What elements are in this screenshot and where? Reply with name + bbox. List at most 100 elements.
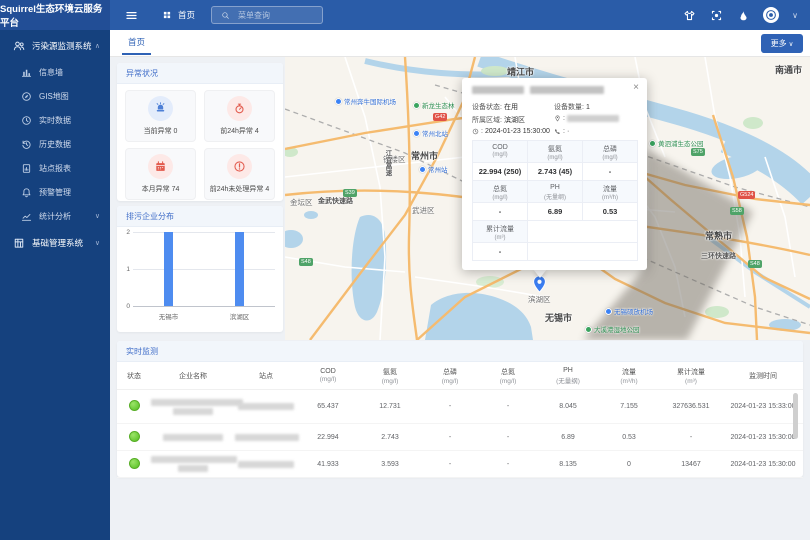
column-header-累计流量: 累计流量(m³) bbox=[659, 367, 723, 385]
sidebar-item-label: 历史数据 bbox=[39, 139, 71, 150]
cell-value: 3.593 bbox=[359, 461, 421, 468]
chevron-down-icon: ∨ bbox=[789, 40, 794, 48]
table-header-row: 状态企业名称站点COD(mg/l)氨氮(mg/l)总磷(mg/l)总氮(mg/l… bbox=[117, 362, 803, 390]
datetime-field: : 2024-01-23 15:30:00 bbox=[472, 128, 550, 135]
phone-field: : · bbox=[554, 128, 569, 135]
chevron-down-icon: ∨ bbox=[95, 239, 100, 247]
sidebar-item-预警管理[interactable]: 预警管理 bbox=[0, 180, 110, 204]
menu-search[interactable] bbox=[211, 6, 323, 24]
compass-icon bbox=[21, 91, 32, 102]
bell-icon bbox=[21, 187, 32, 198]
sidebar-item-统计分析[interactable]: 统计分析∨ bbox=[0, 204, 110, 228]
table-row[interactable]: 41.9333.593--8.1350134672024-01-23 15:30… bbox=[117, 451, 803, 478]
cell-value: 2.743 bbox=[359, 434, 421, 441]
screenshot-icon[interactable] bbox=[709, 8, 723, 22]
tab-home[interactable]: 首页 bbox=[122, 30, 151, 55]
cell-value: - bbox=[421, 403, 479, 410]
app: Squirrel生态环境云服务平台 首页 ∨ 污染源监测系统∧信息墙GIS地图实… bbox=[0, 0, 810, 540]
device-count-field: 设备数量:1 bbox=[554, 102, 590, 112]
distribution-panel-title: 排污企业分布 bbox=[117, 206, 283, 227]
building-icon bbox=[13, 237, 25, 249]
cell-value: 13467 bbox=[659, 461, 723, 468]
chevron-down-icon[interactable]: ∨ bbox=[792, 11, 798, 20]
search-input[interactable] bbox=[236, 10, 316, 21]
sidebar-item-label: 预警管理 bbox=[39, 187, 71, 198]
cell-status bbox=[117, 400, 151, 413]
map[interactable]: 靖江市南通市常州市无锡市常熟市钟楼区金坛区武进区滨湖区金武快速路三环快速路江宜高… bbox=[285, 57, 810, 340]
abnormal-card[interactable]: 前24h未处理异常 4 bbox=[204, 148, 275, 200]
abnormal-card[interactable]: 当前异常 0 bbox=[125, 90, 196, 142]
metric-value: - bbox=[583, 163, 638, 181]
cell-value: 2024-01-23 15:33:00 bbox=[723, 403, 803, 410]
gridline bbox=[133, 269, 275, 270]
sidebar-item-实时数据[interactable]: 实时数据 bbox=[0, 108, 110, 132]
sidebar-item-历史数据[interactable]: 历史数据 bbox=[0, 132, 110, 156]
sidebar-section[interactable]: 污染源监测系统∧ bbox=[0, 31, 110, 60]
cell-site-redacted bbox=[235, 432, 297, 443]
station-popup: × 设备状态:在用 设备数量:1 所属区域:滨湖区 : : 2024-01-23… bbox=[462, 78, 647, 270]
redacted-text bbox=[151, 456, 237, 463]
metric-empty bbox=[528, 221, 638, 243]
region-field: 所属区域:滨湖区 bbox=[472, 115, 525, 125]
phone-icon bbox=[554, 128, 561, 135]
cell-company-redacted bbox=[151, 397, 235, 417]
bar-无锡市[interactable] bbox=[164, 232, 173, 306]
target-icon bbox=[227, 96, 252, 121]
abnormal-card-label: 前24h异常 4 bbox=[220, 126, 259, 136]
cell-value: 2024-01-23 15:30:00 bbox=[723, 461, 803, 468]
cell-site-redacted bbox=[235, 459, 297, 470]
sidebar-item-label: GIS地图 bbox=[39, 91, 69, 102]
x-category-label: 无锡市 bbox=[159, 311, 179, 321]
bar-滨湖区[interactable] bbox=[235, 232, 244, 306]
table-row[interactable]: 65.43712.731--8.0457.155327636.5312024-0… bbox=[117, 390, 803, 424]
sidebar-section-label: 基础管理系统 bbox=[32, 237, 83, 249]
table-row[interactable]: 22.9942.743--6.890.53-2024-01-23 15:30:0… bbox=[117, 424, 803, 451]
sidebar-item-label: 站点报表 bbox=[39, 163, 71, 174]
column-header-状态: 状态 bbox=[117, 371, 151, 381]
redacted-text bbox=[238, 461, 294, 468]
sidebar-item-label: 实时数据 bbox=[39, 115, 71, 126]
device-status-field: 设备状态:在用 bbox=[472, 102, 518, 112]
history-icon bbox=[21, 139, 32, 150]
sidebar-item-信息墙[interactable]: 信息墙 bbox=[0, 60, 110, 84]
redacted-text bbox=[163, 434, 223, 441]
hamburger-icon[interactable] bbox=[124, 8, 138, 22]
station-marker[interactable] bbox=[532, 275, 547, 298]
redacted-text bbox=[238, 403, 294, 410]
metric-value: - bbox=[473, 243, 528, 261]
metric-header: 总磷(mg/l) bbox=[583, 141, 638, 163]
gridline bbox=[133, 232, 275, 233]
more-button[interactable]: 更多 ∨ bbox=[761, 34, 803, 53]
popup-title-redacted bbox=[530, 86, 604, 94]
cell-value: 327636.531 bbox=[659, 403, 723, 410]
calendar-icon bbox=[148, 154, 173, 179]
topbar-home[interactable]: 首页 bbox=[160, 8, 195, 22]
abnormal-card-label: 前24h未处理异常 4 bbox=[210, 184, 270, 194]
sidebar-item-GIS地图[interactable]: GIS地图 bbox=[0, 84, 110, 108]
chevron-up-icon: ∧ bbox=[95, 42, 100, 50]
abnormal-panel: 异常状况 当前异常 0前24h异常 4本月异常 74前24h未处理异常 4 bbox=[117, 63, 283, 201]
status-dot-online bbox=[129, 400, 140, 411]
abnormal-card[interactable]: 本月异常 74 bbox=[125, 148, 196, 200]
theme-icon[interactable] bbox=[682, 8, 696, 22]
gridline bbox=[133, 306, 275, 307]
avatar[interactable] bbox=[763, 7, 779, 23]
tabstrip: 首页 bbox=[110, 30, 810, 57]
cell-value: - bbox=[479, 461, 537, 468]
close-icon[interactable]: × bbox=[633, 83, 639, 93]
redacted-text bbox=[235, 434, 299, 441]
cell-value: - bbox=[659, 434, 723, 441]
table-scrollbar[interactable] bbox=[793, 393, 798, 439]
sidebar-section[interactable]: 基础管理系统 ∨ bbox=[0, 228, 110, 257]
metric-value: 6.89 bbox=[528, 203, 583, 221]
column-header-总氮: 总氮(mg/l) bbox=[479, 367, 537, 385]
address-field: : bbox=[554, 115, 619, 122]
abnormal-card[interactable]: 前24h异常 4 bbox=[204, 90, 275, 142]
sidebar-item-站点报表[interactable]: 站点报表 bbox=[0, 156, 110, 180]
y-tick-label: 1 bbox=[117, 266, 130, 273]
flame-icon[interactable] bbox=[736, 8, 750, 22]
trend-icon bbox=[21, 211, 32, 222]
column-header-监测时间: 监测时间 bbox=[723, 371, 803, 381]
sidebar-section-label: 污染源监测系统 bbox=[32, 40, 92, 52]
cell-value: - bbox=[421, 434, 479, 441]
